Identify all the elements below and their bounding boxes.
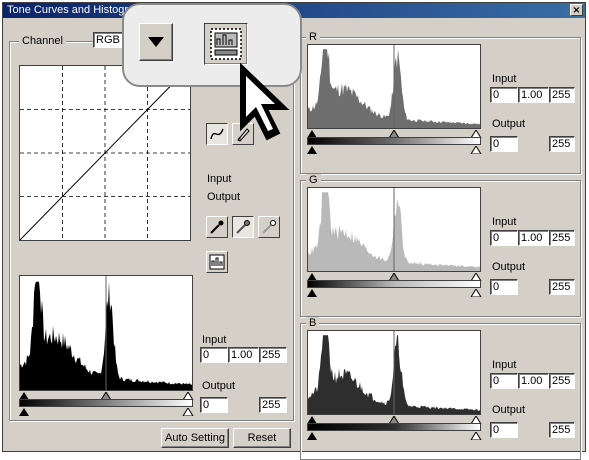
- master-input-white[interactable]: 255: [259, 347, 287, 363]
- channel-r-input-label: Input: [492, 73, 517, 85]
- channel-r-output-black[interactable]: 0: [490, 136, 518, 152]
- channel-g-input-slider[interactable]: [307, 272, 485, 282]
- channel-g-output-white[interactable]: 255: [549, 279, 575, 295]
- channel-b-output-black[interactable]: 0: [490, 422, 518, 438]
- channel-b-output-white[interactable]: 255: [549, 422, 575, 438]
- channel-g-output-black[interactable]: 0: [490, 279, 518, 295]
- tone-curves-window: Tone Curves and Histogr × Channel R G B In…: [2, 2, 586, 460]
- channel-g-label: G: [306, 174, 321, 186]
- master-output-slider[interactable]: [19, 407, 195, 417]
- master-input-slider[interactable]: [19, 391, 195, 401]
- black-point-eyedropper-button[interactable]: [206, 216, 228, 238]
- gray-point-eyedropper-button[interactable]: [232, 216, 254, 238]
- histogram-window-icon: [210, 28, 242, 60]
- channel-b-output-label: Output: [492, 404, 526, 416]
- white-point-eyedropper-icon: [262, 220, 276, 234]
- channel-b-input-slider[interactable]: [307, 415, 485, 425]
- channel-b-input-label: Input: [492, 359, 517, 371]
- channel-b-histogram-graph: [308, 331, 480, 414]
- curve-graph[interactable]: [20, 66, 190, 240]
- channel-g-input-black[interactable]: 0: [490, 230, 518, 246]
- close-button[interactable]: ×: [570, 4, 583, 16]
- curve-output-label: Output: [207, 191, 241, 203]
- channel-r-input-slider[interactable]: [307, 129, 485, 139]
- channel-g-input-gamma[interactable]: 1.00: [518, 230, 549, 246]
- tone-curve-plot[interactable]: [19, 65, 191, 241]
- master-histogram-graph: [20, 276, 192, 390]
- master-output-label: Output: [202, 380, 236, 392]
- channel-r-histogram: [307, 44, 481, 129]
- window-title: Tone Curves and Histogr: [7, 4, 129, 16]
- channel-r-input-black[interactable]: 0: [490, 87, 518, 103]
- channel-b-histogram: [307, 330, 481, 415]
- channel-b-input-gamma[interactable]: 1.00: [518, 373, 549, 389]
- master-output-white[interactable]: 255: [259, 397, 287, 413]
- channel-r-output-slider[interactable]: [307, 145, 485, 155]
- channel-g-input-white[interactable]: 255: [549, 230, 575, 246]
- channel-g-input-label: Input: [492, 216, 517, 228]
- histogram-display-icon: [209, 254, 225, 270]
- channel-g-output-label: Output: [492, 261, 526, 273]
- channel-label: Channel: [19, 35, 66, 47]
- auto-setting-button[interactable]: Auto Setting: [161, 428, 229, 448]
- black-point-eyedropper-icon: [210, 220, 224, 234]
- channel-r-label: R: [306, 31, 320, 43]
- channel-b-label: B: [306, 317, 320, 329]
- dropdown-arrow-icon: [148, 37, 164, 47]
- channel-g-output-gradient[interactable]: [307, 280, 481, 288]
- master-input-label: Input: [202, 334, 227, 346]
- channel-r-output-gradient[interactable]: [307, 137, 481, 145]
- master-output-gradient[interactable]: [19, 399, 193, 407]
- master-histogram: [19, 275, 193, 391]
- white-point-eyedropper-button[interactable]: [258, 216, 280, 238]
- channel-g-histogram: [307, 187, 481, 272]
- channel-dropdown-button[interactable]: [139, 23, 173, 61]
- channel-b-output-gradient[interactable]: [307, 423, 481, 431]
- master-input-black[interactable]: 0: [200, 347, 228, 363]
- channel-b-output-slider[interactable]: [307, 431, 485, 441]
- channel-r-input-white[interactable]: 255: [549, 87, 575, 103]
- master-input-gamma[interactable]: 1.00: [228, 347, 259, 363]
- channel-r-output-white[interactable]: 255: [549, 136, 575, 152]
- gray-point-eyedropper-icon: [236, 220, 250, 234]
- histogram-display-button[interactable]: [206, 251, 228, 273]
- curve-input-label: Input: [207, 173, 232, 185]
- channel-g-output-slider[interactable]: [307, 288, 485, 298]
- pointer-cursor-icon: [240, 62, 290, 141]
- channel-r-histogram-graph: [308, 45, 480, 128]
- channel-b-input-white[interactable]: 255: [549, 373, 575, 389]
- channel-r-output-label: Output: [492, 118, 526, 130]
- master-output-black[interactable]: 0: [200, 397, 228, 413]
- reset-button[interactable]: Reset: [233, 428, 291, 448]
- channel-r-input-gamma[interactable]: 1.00: [518, 87, 549, 103]
- channel-g-histogram-graph: [308, 188, 480, 271]
- channel-b-input-black[interactable]: 0: [490, 373, 518, 389]
